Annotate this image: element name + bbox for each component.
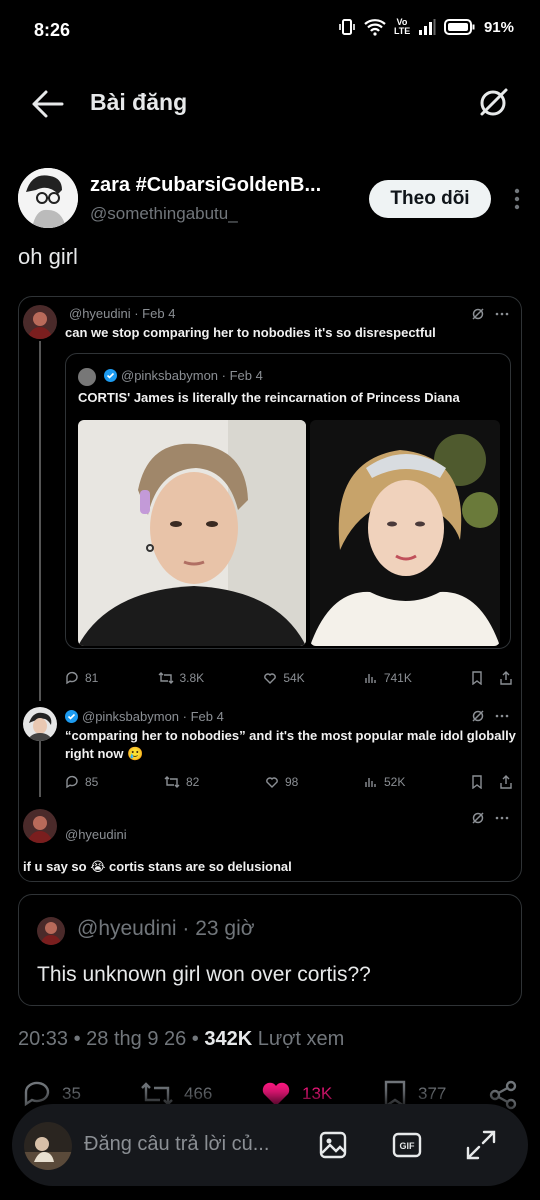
tweet2-meta: @pinksbabymon · Feb 4: [82, 709, 224, 724]
heart-icon-2: [266, 777, 278, 788]
expand-icon[interactable]: [464, 1128, 498, 1162]
tweet2-text-line1: “comparing her to nobodies” and it's the…: [65, 728, 516, 743]
more-options-icon[interactable]: [512, 188, 522, 210]
quoted-post[interactable]: @hyeudini · 23 giờ This unknown girl won…: [18, 894, 522, 1006]
reply-action[interactable]: 81: [65, 669, 98, 687]
author-name[interactable]: zara #CubarsiGoldenB...: [90, 174, 360, 197]
reply-count: 81: [85, 671, 99, 685]
wifi-icon: [364, 19, 386, 36]
vibrate-icon: [339, 19, 355, 35]
grok-small-icon: [472, 308, 484, 320]
more-small-icon-3: [495, 816, 509, 820]
tweet1-actions: 81 3.8K 54K 741K: [65, 669, 513, 687]
network-label: Vo LTE: [393, 17, 411, 36]
verified-badge-icon: [104, 369, 117, 382]
quoted-post-meta: @hyeudini · 23 giờ: [77, 917, 255, 940]
views-action-2[interactable]: 52K: [364, 773, 405, 791]
thread-line-2: [39, 737, 41, 797]
share-icon-2[interactable]: [499, 775, 513, 789]
post-author: zara #CubarsiGoldenB... @somethingabutu_…: [18, 168, 522, 230]
quoted-avatar: [78, 368, 96, 386]
tweet3-meta: @hyeudini: [65, 827, 127, 842]
views-action[interactable]: 741K: [364, 669, 412, 687]
back-arrow-icon[interactable]: [30, 88, 66, 120]
page-title: Bài đăng: [90, 89, 188, 115]
repost-count: 3.8K: [179, 671, 205, 685]
grok-small-icon-3: [472, 812, 484, 824]
tweet1-meta: @hyeudini · Feb 4: [69, 306, 176, 321]
timestamp-text: 20:33 • 28 thg 9 26 •: [18, 1028, 205, 1050]
thread-line: [39, 341, 41, 701]
tweet3-avatar: [23, 809, 57, 843]
more-small-icon: [495, 312, 509, 316]
battery-level: 91%: [483, 18, 514, 36]
user-avatar[interactable]: [24, 1122, 72, 1170]
reply-icon-2: [66, 775, 78, 789]
repost-count-2: 82: [186, 775, 200, 789]
top-app-bar: Bài đăng: [0, 72, 540, 136]
author-handle[interactable]: @somethingabutu_: [90, 204, 238, 224]
repost-action[interactable]: 3.8K: [158, 669, 205, 687]
repost-count-main: 466: [184, 1084, 213, 1103]
reply-input[interactable]: Đăng câu trả lời củ...: [84, 1133, 269, 1156]
svg-text:GIF: GIF: [400, 1141, 416, 1151]
like-action[interactable]: 54K: [263, 669, 305, 687]
views-count: 741K: [383, 671, 412, 685]
heart-icon: [264, 673, 277, 684]
author-avatar[interactable]: [18, 168, 78, 228]
tweet1-avatar: [23, 305, 57, 339]
views-count-2: 52K: [384, 775, 406, 789]
repost-icon-2: [164, 776, 180, 788]
repost-action-2[interactable]: 82: [164, 773, 199, 791]
repost-icon: [158, 672, 173, 684]
views-label: Lượt xem: [252, 1028, 345, 1050]
status-bar: 8:26 Vo LTE 91%: [0, 0, 540, 62]
signal-icon: [418, 19, 436, 35]
grok-small-icon-2: [472, 710, 484, 722]
post-text: oh girl: [18, 244, 78, 269]
bookmark-icon-2[interactable]: [471, 775, 483, 789]
photo-diana: [310, 420, 500, 646]
quoted-tweet-card: @pinksbabymon · Feb 4 CORTIS' James is l…: [65, 353, 511, 649]
battery-icon: [443, 19, 475, 35]
like-count: 54K: [283, 671, 305, 685]
more-small-icon-2: [495, 714, 509, 718]
quoted-post-avatar: [37, 917, 65, 945]
views-icon: [365, 674, 376, 683]
photo-james: [78, 420, 306, 646]
bookmark-icon[interactable]: [471, 671, 483, 685]
quoted-post-text: This unknown girl won over cortis??: [37, 963, 371, 986]
gif-icon[interactable]: GIF: [390, 1128, 424, 1162]
reply-count-main: 35: [62, 1084, 81, 1103]
reply-action-2[interactable]: 85: [65, 773, 98, 791]
reply-composer[interactable]: Đăng câu trả lời củ... GIF: [12, 1104, 528, 1186]
status-time: 8:26: [34, 20, 71, 40]
verified-badge-icon-2: [65, 710, 78, 723]
like-count-2: 98: [285, 775, 299, 789]
bookmark-count-main: 377: [418, 1084, 447, 1103]
tweet2-avatar: [23, 707, 57, 741]
avatar-drawing: [18, 168, 78, 228]
quoted-meta: @pinksbabymon · Feb 4: [121, 368, 263, 383]
post-timestamp: 20:33 • 28 thg 9 26 • 342K Lượt xem: [18, 1028, 344, 1051]
tweet2-actions: 85 82 98 52K: [65, 773, 513, 791]
like-action-2[interactable]: 98: [265, 773, 298, 791]
views-icon-2: [365, 778, 376, 787]
reply-icon: [66, 671, 78, 685]
views-count-total: 342K: [204, 1028, 253, 1050]
tweet2-text-line2: right now 🥲: [65, 746, 144, 761]
follow-button[interactable]: Theo dõi: [369, 180, 491, 218]
tweet1-text: can we stop comparing her to nobodies it…: [65, 325, 436, 340]
like-count-main: 13K: [302, 1084, 333, 1103]
tweet3-text: if u say so 😭 cortis stans are so delusi…: [23, 859, 292, 874]
image-icon[interactable]: [316, 1128, 350, 1162]
quoted-text: CORTIS' James is literally the reincarna…: [78, 390, 460, 405]
embedded-image[interactable]: @hyeudini · Feb 4 can we stop comparing …: [18, 296, 522, 882]
reply-count-2: 85: [85, 775, 99, 789]
grok-icon[interactable]: [476, 86, 510, 120]
share-icon[interactable]: [499, 671, 513, 685]
